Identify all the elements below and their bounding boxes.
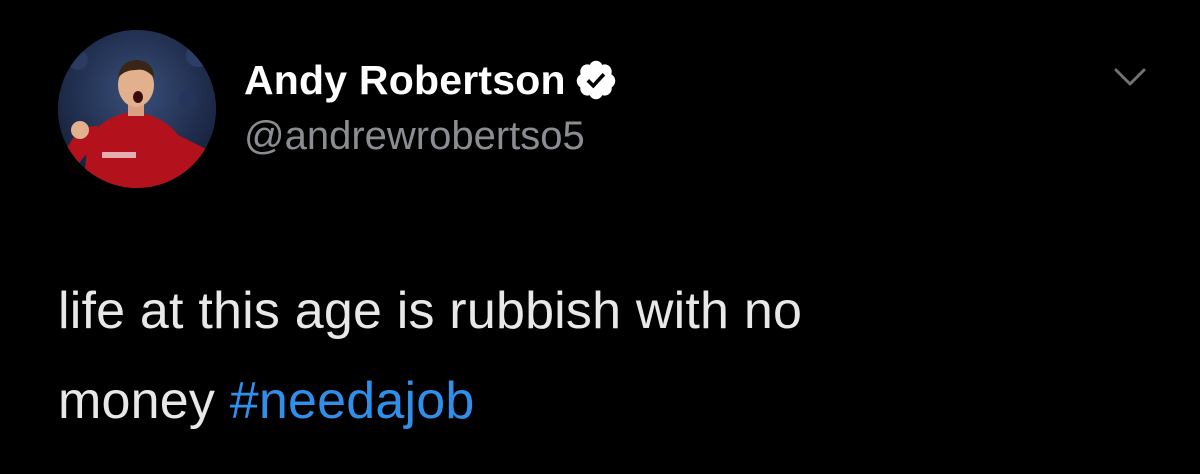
tweet: Andy Robertson @andrewrobertso5 life at …	[0, 0, 1200, 474]
tweet-text: life at this age is rubbish with no mone…	[58, 266, 1058, 446]
display-name[interactable]: Andy Robertson	[244, 57, 566, 104]
tweet-text-word: money	[58, 372, 216, 430]
hashtag-link[interactable]: #needajob	[230, 372, 475, 430]
tweet-text-line-1: life at this age is rubbish with no	[58, 282, 803, 340]
avatar[interactable]	[58, 30, 216, 188]
tweet-text-line-2: money #needajob	[58, 356, 1058, 446]
verified-badge-icon	[574, 58, 618, 102]
author-row: Andy Robertson	[244, 52, 618, 108]
avatar-photo	[58, 30, 216, 188]
author-handle[interactable]: @andrewrobertso5	[244, 114, 585, 159]
chevron-down-icon[interactable]	[1110, 62, 1150, 92]
